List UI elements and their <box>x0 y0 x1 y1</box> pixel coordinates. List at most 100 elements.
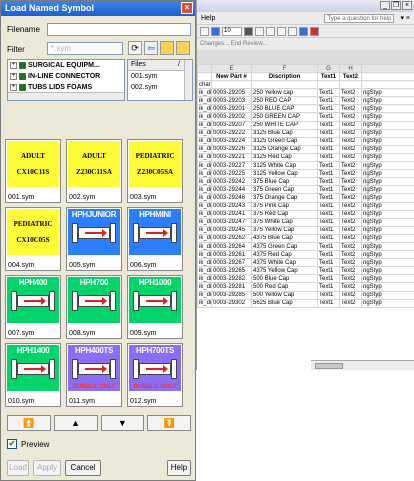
cell[interactable]: ik_dir_4 <box>197 233 212 243</box>
cell[interactable] <box>339 80 362 90</box>
cell[interactable]: 0003-29265 <box>211 266 252 276</box>
cell[interactable]: ngStyp <box>361 225 414 235</box>
preview-checkbox[interactable]: ✔ <box>7 439 17 449</box>
folder-up-icon[interactable] <box>160 41 174 55</box>
last-page-button[interactable]: ⏬ <box>147 415 191 431</box>
cell[interactable]: 4375 Yellow Cap <box>251 266 318 276</box>
cell[interactable]: ik_dir_2 <box>197 161 212 171</box>
tree-item[interactable]: + SURGICAL EQUIPM... <box>8 60 124 71</box>
symbol-tile[interactable]: HPHJUNIOR 005.sym <box>66 207 122 271</box>
cell[interactable]: ik_dir_1 <box>197 112 212 122</box>
cell[interactable]: 375 Blue Cap <box>251 177 318 187</box>
cell[interactable]: G <box>317 64 340 73</box>
filename-field[interactable] <box>47 23 191 36</box>
cell[interactable]: 375 Orange Cap <box>251 193 318 203</box>
cell[interactable]: Text2 <box>339 241 362 252</box>
cell[interactable]: 0003-29202 <box>211 112 252 122</box>
cell[interactable]: ngStyp <box>361 209 414 219</box>
cell[interactable]: 5625 Blue Cap <box>251 298 318 308</box>
cell[interactable]: Text2 <box>339 258 362 268</box>
close-icon[interactable]: × <box>181 2 193 14</box>
cell[interactable]: 4375 Red Cap <box>251 250 318 260</box>
symbol-tile[interactable]: HPH1000 009.sym <box>127 275 183 339</box>
align-center-icon[interactable] <box>266 26 275 36</box>
cell[interactable]: 0003-29224 <box>211 136 252 146</box>
cell[interactable]: ik_dir_1 <box>197 104 212 114</box>
toolbar-button[interactable] <box>211 26 220 36</box>
cell[interactable]: Text1 <box>317 209 340 219</box>
cell[interactable]: Text2 <box>339 225 362 235</box>
files-vertical-scrollbar[interactable] <box>184 60 192 100</box>
cell[interactable]: Text2 <box>339 266 362 276</box>
cell[interactable]: Text2 <box>339 104 362 114</box>
files-list[interactable]: Files / 001.sym 002.sym <box>127 59 193 101</box>
cell[interactable]: Text2 <box>339 161 362 171</box>
cell[interactable]: 0003-29264 <box>211 241 252 252</box>
cell[interactable]: ik_dir_2 <box>197 136 212 146</box>
cell[interactable]: Text2 <box>339 274 362 284</box>
cell[interactable]: ngStyp <box>361 120 414 130</box>
cell[interactable]: Text1 <box>317 96 340 106</box>
cell[interactable]: 0003-29246 <box>211 193 252 203</box>
cell[interactable]: 0003-29226 <box>211 144 252 154</box>
cell[interactable]: 250 RED CAP <box>251 96 318 106</box>
symbol-tile[interactable]: HPH400TS BUNDLE ONLY 011.sym <box>66 343 122 407</box>
cell[interactable]: ik_dir_4 <box>197 258 212 268</box>
symbol-tile[interactable]: ADULT CX10C11S 001.sym <box>5 139 61 203</box>
cell[interactable]: Text1 <box>317 136 340 146</box>
cell[interactable]: 0003-29242 <box>211 177 252 187</box>
cell[interactable]: Text1 <box>317 169 340 179</box>
cell[interactable]: 0003-29302 <box>211 298 252 308</box>
page-up-button[interactable]: ▲ <box>53 415 98 431</box>
cell[interactable]: Text1 <box>317 233 340 243</box>
cell[interactable]: Text1 <box>317 274 340 284</box>
symbol-tile[interactable]: HPHMINI 006.sym <box>127 207 183 271</box>
cell[interactable]: ik_dir_3 <box>197 185 212 195</box>
minimize-icon[interactable]: _ <box>380 1 390 10</box>
close-icon[interactable]: × <box>402 1 412 10</box>
cell[interactable]: Text1 <box>317 120 340 130</box>
cell[interactable]: Text1 <box>317 71 340 82</box>
cell[interactable]: Text1 <box>317 298 340 308</box>
align-right-icon[interactable] <box>277 26 286 36</box>
horizontal-scrollbar[interactable] <box>311 360 414 370</box>
cell[interactable]: 0003-29243 <box>211 201 252 211</box>
cell[interactable] <box>361 80 414 90</box>
cell[interactable]: ngStyp <box>361 274 414 284</box>
cell[interactable]: ngStyp <box>361 144 414 154</box>
expand-icon[interactable]: + <box>10 73 17 80</box>
dropdown-icon[interactable]: ▾ × <box>400 14 410 22</box>
cell[interactable]: ngStyp <box>361 104 414 114</box>
cell[interactable]: 375 Yellow Cap <box>251 225 318 235</box>
cell[interactable]: 250 WHITE CAP <box>251 120 318 130</box>
refresh-icon[interactable]: ⟳ <box>128 41 142 55</box>
cell[interactable]: Text2 <box>339 298 362 308</box>
cell[interactable]: ngStyp <box>361 233 414 243</box>
cell[interactable]: ik_dir_5 <box>197 290 212 300</box>
folder-tree[interactable]: + SURGICAL EQUIPM... + IN-LINE CONNECTOR + TU… <box>7 59 125 101</box>
cell[interactable]: ik_dir_2 <box>197 144 212 154</box>
cell[interactable]: Text1 <box>317 161 340 171</box>
cell[interactable]: Text2 <box>339 144 362 154</box>
cell[interactable]: ngStyp <box>361 217 414 227</box>
symbol-tile[interactable]: HPH700 008.sym <box>66 275 122 339</box>
cell[interactable]: Text1 <box>317 250 340 260</box>
symbol-tile[interactable]: PEDIATRIC Z230C05SA 003.sym <box>127 139 183 203</box>
first-page-button[interactable]: ⏫ <box>7 415 51 431</box>
scrollbar-thumb[interactable] <box>315 363 343 369</box>
cell[interactable]: 0003-29281 <box>211 282 252 292</box>
cell[interactable]: Text2 <box>339 185 362 195</box>
cell[interactable]: Text2 <box>339 112 362 122</box>
cell[interactable]: ngStyp <box>361 241 414 252</box>
cell[interactable]: Text2 <box>339 193 362 203</box>
cell[interactable]: ik_dir_4 <box>197 241 212 252</box>
cell[interactable]: ik_dir_3 <box>197 225 212 235</box>
cell[interactable]: 0003-29267 <box>211 258 252 268</box>
cell[interactable]: Text1 <box>317 241 340 252</box>
cell[interactable]: 4375 White Cap <box>251 258 318 268</box>
cell[interactable]: ngStyp <box>361 177 414 187</box>
cell[interactable]: Text2 <box>339 209 362 219</box>
symbol-tile[interactable]: HPH400 007.sym <box>5 275 61 339</box>
bold-icon[interactable] <box>244 26 253 36</box>
cell[interactable]: ngStyp <box>361 201 414 211</box>
